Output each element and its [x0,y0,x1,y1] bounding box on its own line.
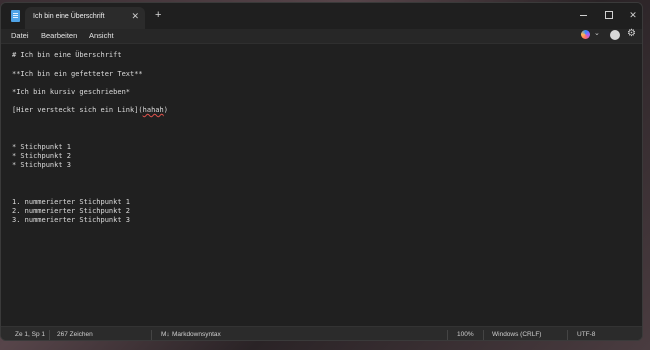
link-text: [Hier versteckt sich ein Link]( [12,106,143,114]
notepad-icon [11,10,20,22]
char-count: 267 Zeichen [57,331,93,338]
menu-bearbeiten[interactable]: Bearbeiten [41,31,77,40]
minimize-button[interactable] [572,7,596,23]
cursor-position: Ze 1, Sp 1 [15,331,45,338]
editor-line-link: [Hier versteckt sich ein Link](hahah) [12,106,168,114]
notepad-window: Ich bin eine Überschrift ✕ + ✕ Datei Bea… [0,2,643,341]
zoom-level[interactable]: 100% [457,331,474,338]
link-target: hahah [142,106,164,114]
tab-document[interactable]: Ich bin eine Überschrift ✕ [25,7,145,29]
editor-line: *Ich bin kursiv geschrieben* [12,88,131,96]
status-divider [447,330,448,340]
copilot-icon[interactable] [581,30,590,39]
text-editor[interactable]: # Ich bin eine Überschrift **Ich bin ein… [1,43,642,326]
link-close: ) [163,106,168,114]
editor-line: 3. nummerierter Stichpunkt 3 [12,216,131,224]
account-icon[interactable] [610,30,620,40]
markdown-icon: M↓ [161,331,170,338]
menu-bar: Datei Bearbeiten Ansicht ⌄ ⚙ [1,28,642,43]
status-divider [151,330,152,340]
editor-line: 2. nummerierter Stichpunkt 2 [12,207,131,215]
status-bar: Ze 1, Sp 1 267 Zeichen M↓ Markdownsyntax… [1,326,642,340]
markdown-toggle[interactable]: Markdownsyntax [172,331,221,338]
title-bar: Ich bin eine Überschrift ✕ + ✕ [1,3,642,29]
maximize-button[interactable] [597,7,621,23]
editor-line: * Stichpunkt 2 [12,152,72,160]
tab-title: Ich bin eine Überschrift [33,13,105,20]
close-tab-icon[interactable]: ✕ [131,11,139,22]
menu-datei[interactable]: Datei [11,31,29,40]
chevron-down-icon[interactable]: ⌄ [594,29,600,37]
gear-icon[interactable]: ⚙ [627,28,636,39]
status-divider [567,330,568,340]
editor-line: # Ich bin eine Überschrift [12,51,122,59]
close-window-button[interactable]: ✕ [621,7,642,23]
line-ending[interactable]: Windows (CRLF) [492,331,541,338]
status-divider [49,330,50,340]
status-divider [483,330,484,340]
menu-ansicht[interactable]: Ansicht [89,31,114,40]
editor-line: * Stichpunkt 3 [12,161,72,169]
encoding[interactable]: UTF-8 [577,331,595,338]
new-tab-button[interactable]: + [155,9,161,21]
editor-line: 1. nummerierter Stichpunkt 1 [12,198,131,206]
editor-line: **Ich bin ein gefetteter Text** [12,70,143,78]
editor-line: * Stichpunkt 1 [12,143,72,151]
